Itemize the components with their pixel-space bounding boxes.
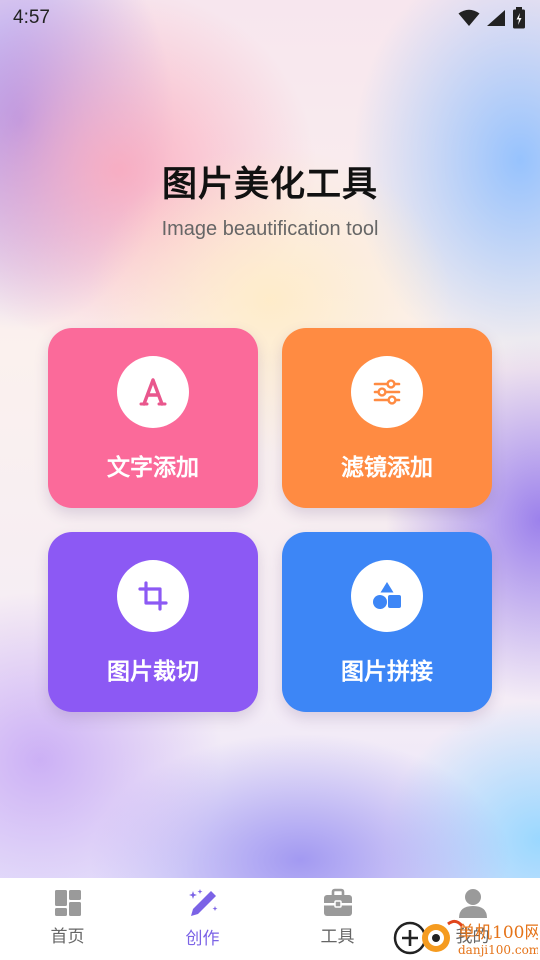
person-icon: [458, 889, 487, 918]
nav-label-profile: 我的: [455, 927, 490, 947]
image-crop-label: 图片裁切: [107, 659, 199, 685]
image-crop-card[interactable]: 图片裁切: [48, 532, 258, 712]
status-icons: [458, 7, 526, 29]
crop-icon: [138, 581, 168, 611]
bottom-nav: 首页 创作 工具 我的: [0, 878, 540, 960]
cellular-signal-icon: [487, 10, 505, 26]
shapes-icon: [373, 582, 401, 609]
status-bar: 4:57: [0, 0, 540, 36]
nav-item-tools[interactable]: 工具: [270, 878, 405, 960]
sliders-icon: [373, 379, 401, 405]
battery-icon: [513, 7, 525, 29]
filter-add-card[interactable]: 滤镜添加: [282, 328, 492, 508]
collage-icon-circle: [351, 560, 423, 632]
nav-label-tools: 工具: [320, 927, 355, 947]
nav-item-home[interactable]: 首页: [0, 878, 135, 960]
filter-icon-circle: [351, 356, 423, 428]
page-subtitle: Image beautification tool: [161, 218, 379, 240]
text-add-label: 文字添加: [107, 455, 199, 481]
nav-item-profile[interactable]: 我的: [405, 878, 540, 960]
status-time: 4:57: [13, 7, 50, 28]
filter-add-label: 滤镜添加: [341, 455, 433, 481]
page-title: 图片美化工具: [161, 165, 378, 205]
nav-item-create[interactable]: 创作: [135, 878, 270, 960]
nav-label-create: 创作: [185, 929, 220, 949]
nav-label-home: 首页: [50, 927, 85, 947]
text-icon-circle: [117, 356, 189, 428]
magic-pen-icon: [188, 889, 217, 916]
text-icon: [139, 378, 167, 406]
toolbox-icon: [323, 888, 352, 916]
image-collage-card[interactable]: 图片拼接: [282, 532, 492, 712]
wifi-icon: [458, 9, 480, 26]
image-collage-label: 图片拼接: [341, 659, 433, 685]
dashboard-icon: [54, 890, 81, 916]
text-add-card[interactable]: 文字添加: [48, 328, 258, 508]
crop-icon-circle: [117, 560, 189, 632]
